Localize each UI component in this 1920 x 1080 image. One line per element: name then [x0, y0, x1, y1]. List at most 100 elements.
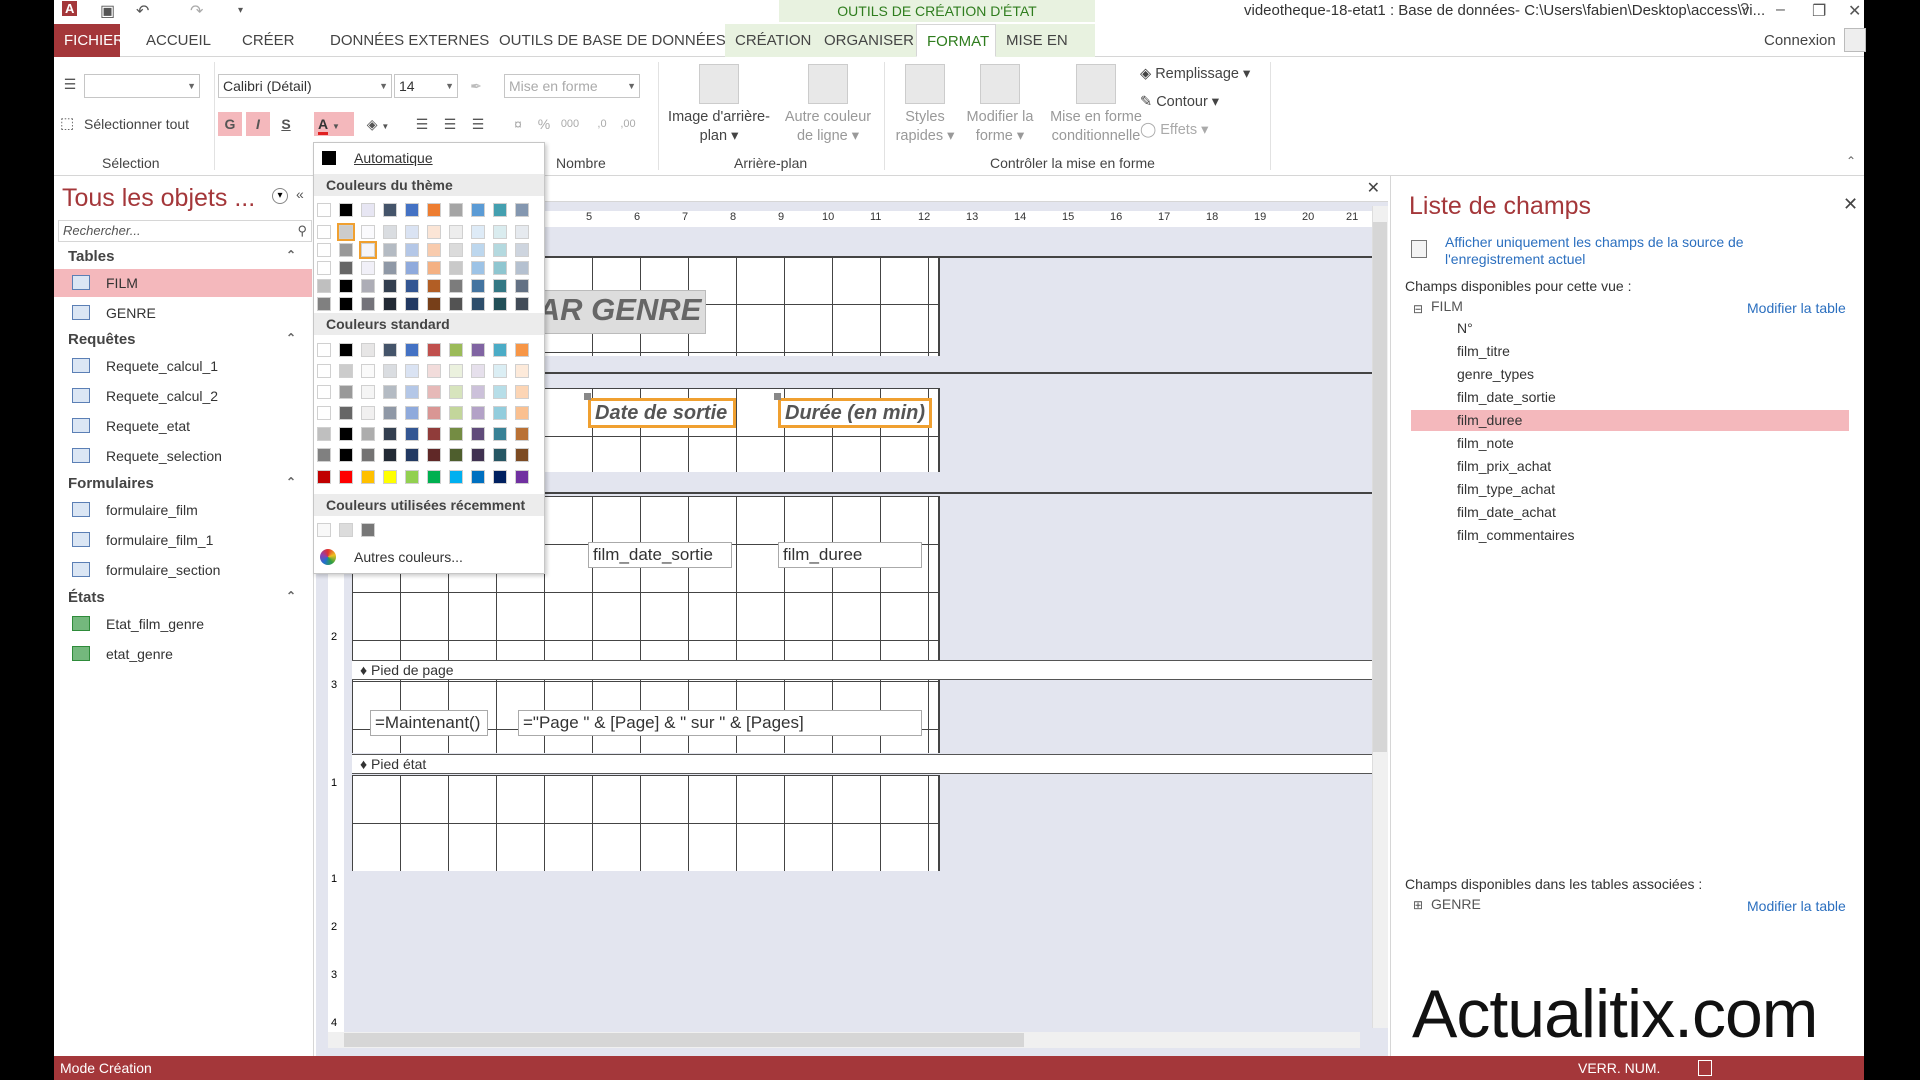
theme-color-swatch[interactable]	[427, 243, 441, 257]
theme-color-swatch[interactable]	[493, 297, 507, 311]
theme-color-swatch[interactable]	[427, 203, 441, 217]
standard-color-swatch[interactable]	[449, 448, 463, 462]
move-handle[interactable]	[584, 393, 591, 400]
source-filter-icon[interactable]	[1411, 240, 1427, 258]
page-footer-bar[interactable]: ♦ Pied de page	[352, 660, 1372, 680]
theme-color-swatch[interactable]	[471, 261, 485, 275]
theme-color-swatch[interactable]	[449, 225, 463, 239]
theme-color-swatch[interactable]	[493, 279, 507, 293]
standard-color-swatch[interactable]	[515, 343, 529, 357]
theme-color-swatch[interactable]	[317, 203, 331, 217]
theme-color-swatch[interactable]	[449, 203, 463, 217]
standard-color-swatch[interactable]	[427, 385, 441, 399]
field-film-duree[interactable]: film_duree	[778, 542, 922, 568]
standard-color-swatch[interactable]	[339, 343, 353, 357]
nav-item-query[interactable]: Requete_calcul_2	[54, 382, 312, 410]
collapse-icon[interactable]: ⌃	[286, 589, 296, 603]
object-combo[interactable]: ▼	[84, 74, 200, 98]
theme-color-swatch[interactable]	[493, 243, 507, 257]
nav-item-form[interactable]: formulaire_film_1	[54, 526, 312, 554]
theme-color-swatch[interactable]	[493, 261, 507, 275]
table-genre-node[interactable]: GENRE	[1431, 896, 1481, 912]
nav-item-form[interactable]: formulaire_section	[54, 556, 312, 584]
standard-color-swatch[interactable]	[515, 406, 529, 420]
field-item[interactable]: N°	[1411, 318, 1849, 339]
theme-color-swatch[interactable]	[471, 243, 485, 257]
theme-color-swatch[interactable]	[449, 279, 463, 293]
field-item[interactable]: genre_types	[1411, 364, 1849, 385]
expand-tree-icon[interactable]: ⊞	[1413, 898, 1423, 912]
theme-color-swatch[interactable]	[383, 279, 397, 293]
standard-color-swatch[interactable]	[493, 385, 507, 399]
theme-color-swatch[interactable]	[515, 225, 529, 239]
standard-color-swatch[interactable]	[383, 448, 397, 462]
field-page-count[interactable]: ="Page " & [Page] & " sur " & [Pages]	[518, 710, 922, 736]
more-colors-option[interactable]: Autres couleurs...	[314, 545, 544, 569]
underline-button[interactable]: S	[274, 112, 298, 136]
quick-styles-button[interactable]: Styles rapides ▾	[892, 64, 958, 146]
theme-color-swatch[interactable]	[449, 243, 463, 257]
tab-db-tools[interactable]: OUTILS DE BASE DE DONNÉES	[489, 24, 736, 57]
standard-color-swatch[interactable]	[361, 385, 375, 399]
standard-color-swatch[interactable]	[339, 427, 353, 441]
search-icon[interactable]: ⚲	[297, 221, 307, 241]
standard-color-swatch[interactable]	[493, 448, 507, 462]
theme-color-swatch[interactable]	[383, 203, 397, 217]
decrease-decimals-icon[interactable]: ,00	[616, 112, 640, 136]
label-duree[interactable]: Durée (en min)	[778, 398, 932, 428]
standard-color-swatch[interactable]	[449, 343, 463, 357]
tab-file[interactable]: FICHIER	[54, 24, 124, 57]
italic-button[interactable]: I	[246, 112, 270, 136]
standard-color-swatch[interactable]	[471, 343, 485, 357]
theme-color-swatch[interactable]	[405, 279, 419, 293]
standard-color-swatch[interactable]	[317, 385, 331, 399]
restore-icon[interactable]: ❐	[1812, 1, 1826, 21]
nav-item-form[interactable]: formulaire_film	[54, 496, 312, 524]
standard-color-swatch[interactable]	[317, 364, 331, 378]
effects-button[interactable]: ◯ Effets ▾	[1140, 122, 1208, 138]
recent-color-swatch[interactable]	[339, 523, 353, 537]
standard-color-swatch[interactable]	[405, 343, 419, 357]
standard-color-swatch[interactable]	[449, 385, 463, 399]
field-item[interactable]: film_type_achat	[1411, 479, 1849, 500]
theme-color-swatch[interactable]	[361, 279, 375, 293]
standard-color-swatch[interactable]	[361, 470, 375, 484]
scroll-thumb[interactable]	[1373, 222, 1387, 752]
nav-search-input[interactable]: Rechercher... ⚲	[58, 220, 312, 242]
theme-color-swatch[interactable]	[405, 243, 419, 257]
standard-color-swatch[interactable]	[317, 427, 331, 441]
close-field-list-icon[interactable]: ✕	[1843, 194, 1858, 215]
standard-color-swatch[interactable]	[493, 406, 507, 420]
standard-color-swatch[interactable]	[427, 470, 441, 484]
report-footer-section[interactable]	[352, 775, 940, 871]
standard-color-swatch[interactable]	[515, 448, 529, 462]
standard-color-swatch[interactable]	[317, 470, 331, 484]
standard-color-swatch[interactable]	[383, 427, 397, 441]
standard-color-swatch[interactable]	[405, 406, 419, 420]
field-item[interactable]: film_date_achat	[1411, 502, 1849, 523]
theme-color-swatch[interactable]	[361, 261, 375, 275]
login-link[interactable]: Connexion	[1754, 24, 1846, 57]
theme-color-swatch[interactable]	[339, 297, 353, 311]
standard-color-swatch[interactable]	[471, 470, 485, 484]
undo-icon[interactable]: ↶	[136, 1, 149, 21]
fill-button[interactable]: ◈ Remplissage ▾	[1140, 66, 1250, 82]
theme-color-swatch[interactable]	[471, 297, 485, 311]
standard-color-swatch[interactable]	[493, 427, 507, 441]
collapse-icon[interactable]: ⌃	[286, 475, 296, 489]
nav-item-genre[interactable]: GENRE	[54, 299, 312, 327]
standard-color-swatch[interactable]	[493, 343, 507, 357]
theme-color-swatch[interactable]	[405, 261, 419, 275]
theme-color-swatch[interactable]	[427, 297, 441, 311]
standard-color-swatch[interactable]	[493, 470, 507, 484]
align-right-icon[interactable]: ☰	[466, 112, 490, 136]
nav-section-reports[interactable]: États ⌃	[68, 589, 296, 606]
theme-color-swatch[interactable]	[493, 203, 507, 217]
theme-color-swatch[interactable]	[449, 261, 463, 275]
field-item-selected[interactable]: film_duree	[1411, 410, 1849, 431]
minimize-icon[interactable]: –	[1776, 1, 1785, 19]
collapse-nav-icon[interactable]: «	[296, 186, 304, 202]
fill-color-icon[interactable]: ◈ ▼	[358, 112, 398, 136]
theme-color-swatch[interactable]	[515, 279, 529, 293]
nav-item-query[interactable]: Requete_selection	[54, 442, 312, 470]
